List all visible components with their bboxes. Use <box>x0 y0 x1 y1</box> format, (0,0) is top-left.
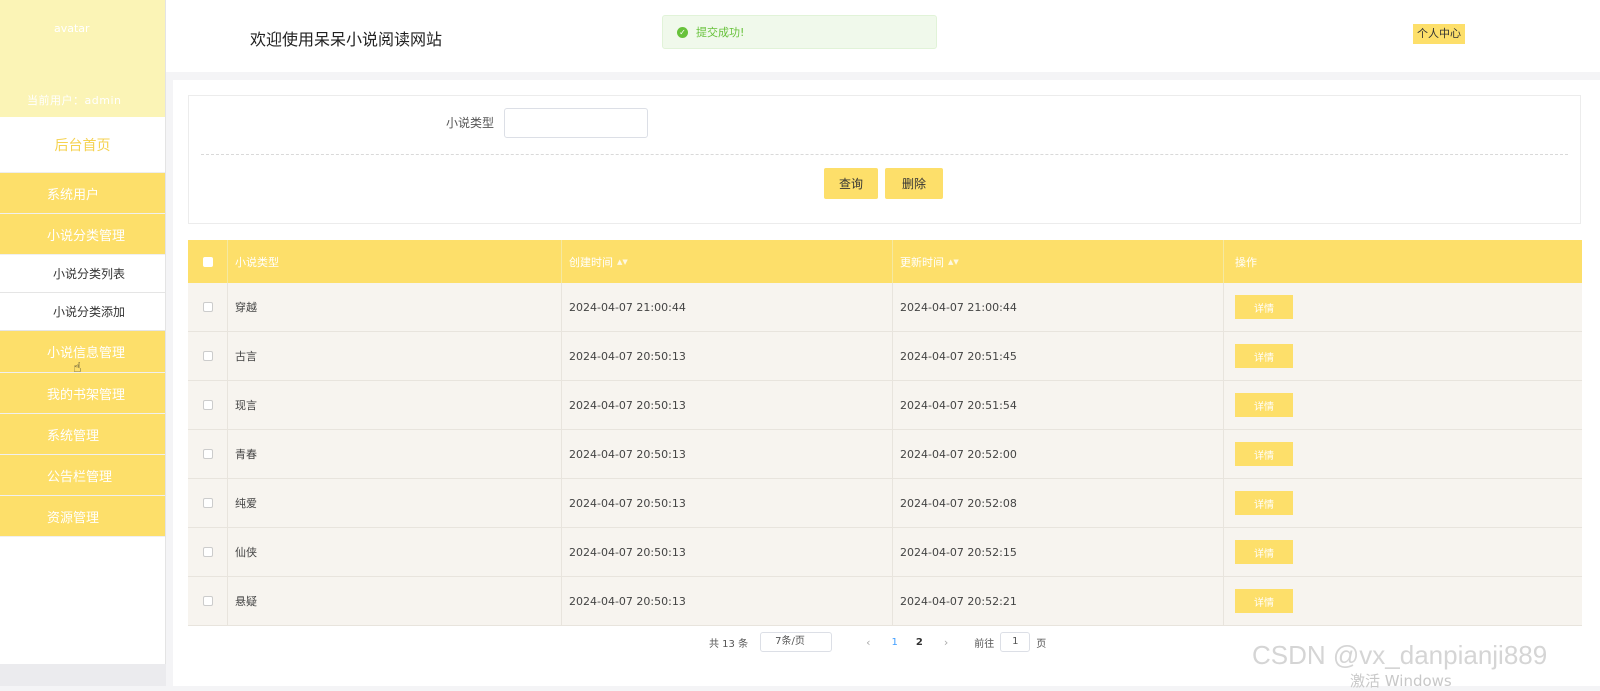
search-label: 小说类型 <box>446 116 495 130</box>
table-row: 穿越 2024-04-07 21:00:44 2024-04-07 21:00:… <box>188 283 1582 332</box>
column-header-actions: 操作 <box>1235 255 1257 269</box>
pagination-total: 共 13 条 <box>709 638 749 650</box>
table-row: 古言 2024-04-07 20:50:13 2024-04-07 20:51:… <box>188 332 1582 381</box>
menu-system-management[interactable]: 系统管理 <box>0 414 165 455</box>
cell-type: 仙侠 <box>228 528 562 576</box>
detail-button[interactable]: 详情 <box>1235 589 1293 613</box>
table-row: 青春 2024-04-07 20:50:13 2024-04-07 20:52:… <box>188 430 1582 479</box>
select-all-checkbox[interactable] <box>202 256 213 267</box>
mouse-cursor-icon: ☝ <box>73 360 82 376</box>
site-title: 欢迎使用呆呆小说阅读网站 <box>250 30 443 49</box>
row-checkbox[interactable] <box>202 351 213 361</box>
cell-updated: 2024-04-07 20:52:00 <box>893 430 1224 478</box>
cell-updated: 2024-04-07 20:51:45 <box>893 332 1224 380</box>
cell-type: 纯爱 <box>228 479 562 527</box>
cell-updated: 2024-04-07 20:51:54 <box>893 381 1224 429</box>
submenu-category-list[interactable]: 小说分类列表 <box>0 255 165 293</box>
cell-created: 2024-04-07 20:50:13 <box>562 430 893 478</box>
query-button[interactable]: 查询 <box>824 168 878 199</box>
cell-created: 2024-04-07 20:50:13 <box>562 528 893 576</box>
data-table: 小说类型 创建时间 ▲▼ 更新时间 ▲▼ 操作 穿越 2024-04-07 21:0… <box>188 240 1582 626</box>
sidebar: avatar 当前用户：admin 后台首页 系统用户 小说分类管理 小说分类列… <box>0 0 166 686</box>
column-header-type: 小说类型 <box>228 240 562 283</box>
row-checkbox[interactable] <box>202 400 213 410</box>
prev-page-icon[interactable]: ‹ <box>866 636 870 649</box>
table-row: 仙侠 2024-04-07 20:50:13 2024-04-07 20:52:… <box>188 528 1582 577</box>
menu-bookshelf-management[interactable]: 我的书架管理 <box>0 373 165 414</box>
cell-created: 2024-04-07 20:50:13 <box>562 332 893 380</box>
cell-updated: 2024-04-07 20:52:21 <box>893 577 1224 625</box>
table-header: 小说类型 创建时间 ▲▼ 更新时间 ▲▼ 操作 <box>188 240 1582 283</box>
avatar: avatar <box>54 22 90 35</box>
select-all-cell <box>188 240 228 283</box>
goto-suffix: 页 <box>1036 638 1047 650</box>
table-row: 现言 2024-04-07 20:50:13 2024-04-07 20:51:… <box>188 381 1582 430</box>
success-toast: ✓ 提交成功! <box>662 15 937 49</box>
sort-icon[interactable]: ▲▼ <box>617 258 628 266</box>
cell-updated: 2024-04-07 20:52:08 <box>893 479 1224 527</box>
goto-page-input[interactable]: 1 <box>1000 632 1031 652</box>
pagination: 共 13 条 7条/页 ‹ 1 2 › 前往 1 页 <box>709 632 1046 652</box>
detail-button[interactable]: 详情 <box>1235 540 1293 564</box>
detail-button[interactable]: 详情 <box>1235 393 1293 417</box>
page-number-1[interactable]: 1 <box>892 637 898 648</box>
cell-created: 2024-04-07 20:50:13 <box>562 479 893 527</box>
page-number-2[interactable]: 2 <box>916 637 923 648</box>
menu-system-users[interactable]: 系统用户 <box>0 173 165 214</box>
cell-created: 2024-04-07 20:50:13 <box>562 381 893 429</box>
profile-button[interactable]: 个人中心 <box>1413 24 1465 44</box>
detail-button[interactable]: 详情 <box>1235 491 1293 515</box>
sidebar-header: avatar 当前用户：admin <box>0 0 165 117</box>
check-circle-icon: ✓ <box>677 26 688 38</box>
row-checkbox[interactable] <box>202 547 213 557</box>
cell-created: 2024-04-07 20:50:13 <box>562 577 893 625</box>
table-row: 悬疑 2024-04-07 20:50:13 2024-04-07 20:52:… <box>188 577 1582 626</box>
table-row: 纯爱 2024-04-07 20:50:13 2024-04-07 20:52:… <box>188 479 1582 528</box>
top-header: 欢迎使用呆呆小说阅读网站 ✓ 提交成功! 个人中心 <box>166 0 1600 72</box>
menu-resource-management[interactable]: 资源管理 <box>0 496 165 537</box>
next-page-icon[interactable]: › <box>944 636 948 649</box>
divider <box>201 154 1568 155</box>
row-checkbox[interactable] <box>202 498 213 508</box>
cell-type: 现言 <box>228 381 562 429</box>
current-user-label: 当前用户：admin <box>27 94 122 107</box>
search-input[interactable] <box>504 108 648 138</box>
menu-novel-management[interactable]: 小说信息管理 <box>0 331 165 373</box>
page-size-select[interactable]: 7条/页 <box>760 632 833 652</box>
cell-updated: 2024-04-07 21:00:44 <box>893 283 1224 331</box>
cell-created: 2024-04-07 21:00:44 <box>562 283 893 331</box>
column-header-created[interactable]: 创建时间 ▲▼ <box>562 240 893 283</box>
search-panel: 小说类型 查询 删除 <box>188 95 1581 224</box>
menu-home[interactable]: 后台首页 <box>0 117 165 173</box>
column-header-updated[interactable]: 更新时间 ▲▼ <box>893 240 1224 283</box>
cell-updated: 2024-04-07 20:52:15 <box>893 528 1224 576</box>
goto-label: 前往 <box>974 638 995 650</box>
activate-windows-notice: 激活 Windows <box>1350 672 1452 690</box>
cell-type: 悬疑 <box>228 577 562 625</box>
sort-icon[interactable]: ▲▼ <box>948 258 959 266</box>
detail-button[interactable]: 详情 <box>1235 344 1293 368</box>
sidebar-footer <box>0 664 166 686</box>
menu-notice-management[interactable]: 公告栏管理 <box>0 455 165 496</box>
delete-button[interactable]: 删除 <box>885 168 943 199</box>
detail-button[interactable]: 详情 <box>1235 295 1293 319</box>
watermark: CSDN @vx_danpianji889 <box>1252 640 1548 670</box>
main-content: 小说类型 查询 删除 小说类型 创建时间 ▲▼ 更新时间 ▲▼ 操作 穿越 2024… <box>173 80 1600 686</box>
row-checkbox[interactable] <box>202 449 213 459</box>
row-checkbox[interactable] <box>202 302 213 312</box>
row-checkbox[interactable] <box>202 596 213 606</box>
cell-type: 古言 <box>228 332 562 380</box>
cell-type: 穿越 <box>228 283 562 331</box>
detail-button[interactable]: 详情 <box>1235 442 1293 466</box>
menu-category-management[interactable]: 小说分类管理 <box>0 214 165 255</box>
submenu-category-add[interactable]: 小说分类添加 <box>0 293 165 331</box>
toast-message: 提交成功! <box>696 26 745 39</box>
cell-type: 青春 <box>228 430 562 478</box>
